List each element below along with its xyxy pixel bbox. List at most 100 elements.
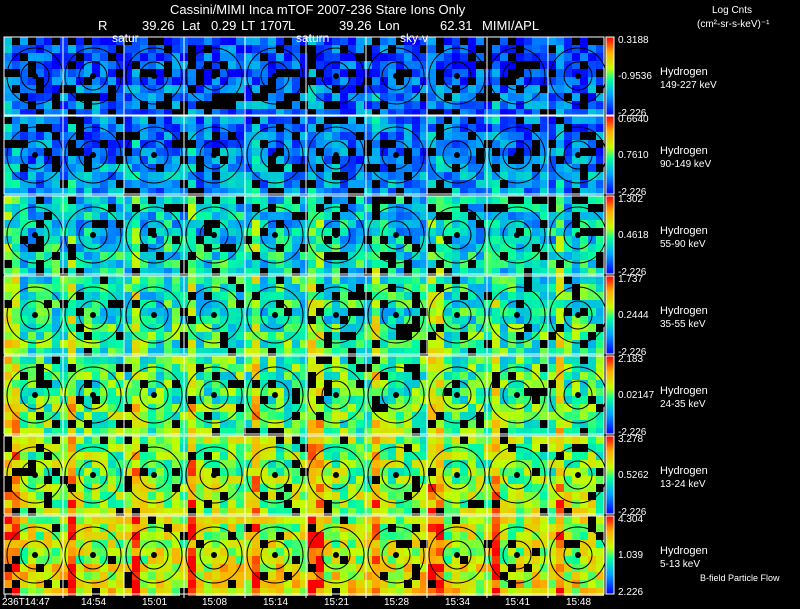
- heatmap-cell: [148, 356, 156, 364]
- heatmap-cell: [356, 444, 364, 452]
- heatmap-cell: [52, 188, 60, 196]
- heatmap-cell: [516, 292, 524, 300]
- heatmap-cell: [52, 116, 60, 124]
- heatmap-cell: [404, 276, 412, 284]
- colorbar: [606, 196, 614, 274]
- heatmap-cell: [548, 516, 556, 524]
- heatmap-cell: [364, 220, 372, 228]
- heatmap-cell: [124, 204, 132, 212]
- heatmap-cell: [140, 588, 148, 596]
- heatmap-cell: [572, 260, 580, 268]
- heatmap-cell: [188, 364, 196, 372]
- heatmap-cell: [492, 436, 500, 444]
- heatmap-cell: [236, 77, 244, 85]
- heatmap-cell: [460, 428, 468, 436]
- heatmap-cell: [12, 212, 20, 220]
- heatmap-cell: [156, 268, 164, 276]
- heatmap-cell: [404, 212, 412, 220]
- heatmap-cell: [540, 564, 548, 572]
- heatmap-cell: [444, 37, 452, 45]
- heatmap-cell: [4, 212, 12, 220]
- heatmap-cell: [44, 524, 52, 532]
- heatmap-cell: [524, 372, 532, 380]
- heatmap-cell: [4, 348, 12, 356]
- heatmap-cell: [388, 132, 396, 140]
- heatmap-cell: [124, 340, 132, 348]
- heatmap-cell: [92, 492, 100, 500]
- heatmap-cell: [124, 500, 132, 508]
- heatmap-cell: [60, 364, 68, 372]
- heatmap-cell: [548, 348, 556, 356]
- heatmap-cell: [380, 188, 388, 196]
- heatmap-cell: [428, 45, 436, 53]
- heatmap-cell: [236, 340, 244, 348]
- heatmap-cell: [596, 236, 604, 244]
- heatmap-cell: [36, 276, 44, 284]
- heatmap-cell: [52, 428, 60, 436]
- heatmap-cell: [292, 404, 300, 412]
- heatmap-cell: [84, 580, 92, 588]
- heatmap-cell: [124, 260, 132, 268]
- heatmap-cell: [516, 53, 524, 61]
- heatmap-cell: [76, 37, 84, 45]
- heatmap-cell: [116, 484, 124, 492]
- heatmap-cell: [116, 564, 124, 572]
- heatmap-cell: [276, 268, 284, 276]
- heatmap-cell: [204, 172, 212, 180]
- heatmap-cell: [548, 468, 556, 476]
- heatmap-cell: [340, 508, 348, 516]
- heatmap-cell: [372, 412, 380, 420]
- heatmap-cell: [12, 396, 20, 404]
- boresight-dot: [151, 392, 157, 398]
- heatmap-cell: [140, 508, 148, 516]
- heatmap-cell: [212, 116, 220, 124]
- heatmap-cell: [132, 148, 140, 156]
- heatmap-cell: [60, 37, 68, 45]
- heatmap-cell: [188, 356, 196, 364]
- heatmap-cell: [92, 37, 100, 45]
- heatmap-cell: [204, 77, 212, 85]
- heatmap-cell: [212, 180, 220, 188]
- heatmap-cell: [324, 316, 332, 324]
- heatmap-cell: [476, 228, 484, 236]
- heatmap-cell: [228, 364, 236, 372]
- heatmap-cell: [204, 348, 212, 356]
- heatmap-cell: [324, 276, 332, 284]
- heatmap-cell: [452, 580, 460, 588]
- heatmap-cell: [380, 588, 388, 596]
- heatmap-cell: [108, 436, 116, 444]
- heatmap-cell: [172, 348, 180, 356]
- heatmap-cell: [468, 220, 476, 228]
- heatmap-cell: [260, 436, 268, 444]
- heatmap-cell: [212, 572, 220, 580]
- heatmap-cell: [452, 420, 460, 428]
- heatmap-cell: [4, 324, 12, 332]
- heatmap-cell: [252, 420, 260, 428]
- heatmap-cell: [252, 508, 260, 516]
- heatmap-cell: [156, 412, 164, 420]
- heatmap-cell: [20, 356, 28, 364]
- heatmap-cell: [572, 356, 580, 364]
- heatmap-cell: [596, 148, 604, 156]
- heatmap-cell: [12, 300, 20, 308]
- heatmap-cell: [124, 316, 132, 324]
- heatmap-cell: [340, 476, 348, 484]
- heatmap-cell: [580, 396, 588, 404]
- heatmap-cell: [412, 69, 420, 77]
- heatmap-cell: [260, 452, 268, 460]
- heatmap-cell: [332, 364, 340, 372]
- heatmap-cell: [204, 388, 212, 396]
- heatmap-cell: [220, 188, 228, 196]
- heatmap-cell: [412, 460, 420, 468]
- heatmap-cell: [44, 540, 52, 548]
- heatmap-cell: [68, 348, 76, 356]
- heatmap-cell: [4, 45, 12, 53]
- heatmap-cell: [444, 252, 452, 260]
- heatmap-cell: [20, 188, 28, 196]
- heatmap-cell: [492, 484, 500, 492]
- heatmap-cell: [228, 484, 236, 492]
- heatmap-cell: [228, 468, 236, 476]
- heatmap-cell: [132, 588, 140, 596]
- heatmap-cell: [132, 324, 140, 332]
- heatmap-cell: [44, 428, 52, 436]
